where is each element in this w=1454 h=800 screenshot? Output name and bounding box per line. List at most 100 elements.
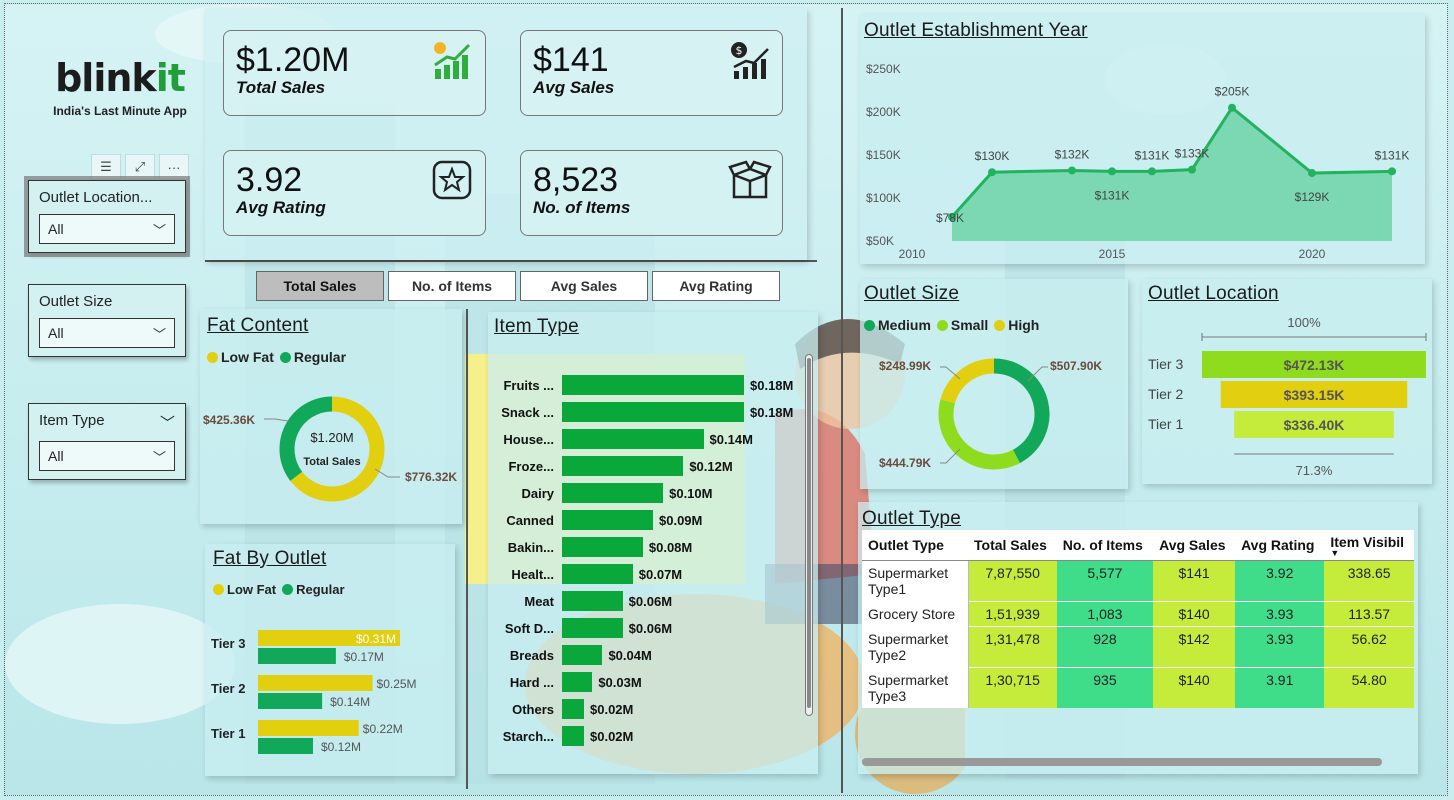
legend-item[interactable]: Small xyxy=(936,317,988,333)
item-type-bar-row[interactable]: Soft D... $0.06M xyxy=(488,617,672,639)
category-label: Dairy xyxy=(521,485,554,501)
item-bar[interactable] xyxy=(562,483,664,503)
legend-item[interactable]: Regular xyxy=(279,349,346,365)
category-label: Tier 1 xyxy=(1148,416,1183,432)
slicer-dropdown[interactable]: All ﹀ xyxy=(39,318,175,348)
kpi-card-total-sales[interactable]: $1.20M Total Sales xyxy=(223,30,486,116)
slicer-dropdown[interactable]: All ﹀ xyxy=(39,214,175,244)
horizontal-scrollbar[interactable] xyxy=(862,758,1382,766)
fat-content-donut-chart[interactable]: $1.20M Total Sales $776.32K $425.36K xyxy=(200,369,462,519)
item-type-bar-row[interactable]: Bakin... $0.08M xyxy=(488,536,692,558)
data-label: $776.32K xyxy=(405,470,457,484)
vertical-scrollbar[interactable] xyxy=(805,354,813,716)
data-label: $0.18M xyxy=(750,377,794,393)
data-point xyxy=(1228,103,1236,112)
legend-item[interactable]: High xyxy=(994,317,1039,333)
focus-mode-icon[interactable]: ⤢ xyxy=(125,154,155,180)
outlet-size-donut-chart[interactable]: $507.90K $444.79K $248.99K xyxy=(860,339,1128,484)
table-cell: 935 xyxy=(1056,667,1154,708)
data-label: $0.10M xyxy=(669,485,713,501)
slicer-item-type[interactable]: Item Type ﹀ All ﹀ xyxy=(28,403,186,480)
fat-by-outlet-bar-chart[interactable]: Tier 3 $0.31M $0.17M Tier 2 $0.25M $0.14M Tier… xyxy=(205,614,455,774)
item-bar[interactable] xyxy=(562,456,684,476)
filter-icon[interactable]: ☰ xyxy=(91,154,121,180)
item-bar[interactable] xyxy=(562,429,704,449)
table-row[interactable]: Supermarket Type2 1,31,478 928 $142 3.93… xyxy=(862,626,1414,668)
item-bar[interactable] xyxy=(562,645,603,665)
item-bar[interactable] xyxy=(562,726,584,746)
legend-item[interactable]: Low Fat xyxy=(213,582,276,597)
tab-avg-rating[interactable]: Avg Rating xyxy=(652,271,780,301)
item-bar[interactable] xyxy=(562,537,643,557)
data-label: $0.12M xyxy=(689,458,733,474)
item-bar[interactable] xyxy=(562,564,633,584)
item-type-panel: Item Type Fruits ... $0.18M Snack ... $0.18… xyxy=(488,312,818,774)
slicer-outlet-size[interactable]: Outlet Size All ﹀ xyxy=(28,284,186,357)
item-type-bar-row[interactable]: Dairy $0.10M xyxy=(488,482,712,504)
item-type-bar-row[interactable]: Snack ... $0.18M xyxy=(488,401,793,423)
item-type-bar-row[interactable]: Canned $0.09M xyxy=(488,509,702,531)
data-label: $0.07M xyxy=(638,566,683,582)
table-cell: 928 xyxy=(1056,626,1154,668)
tab-no-of-items[interactable]: No. of Items xyxy=(388,271,516,301)
kpi-card-no-of-items[interactable]: 8,523 No. of Items xyxy=(520,150,783,236)
slicer-title-text: Item Type xyxy=(39,412,105,429)
legend-item[interactable]: Medium xyxy=(864,317,931,333)
more-options-icon[interactable]: ··· xyxy=(159,154,189,180)
brand-logo: blinkit xyxy=(45,56,195,100)
item-type-bar-row[interactable]: Froze... $0.12M xyxy=(488,455,733,477)
scrollbar-thumb[interactable] xyxy=(807,358,811,708)
column-header[interactable]: Avg Sales xyxy=(1153,530,1236,561)
outlet-type-table-wrap: Outlet Type Total Sales No. of Items Avg… xyxy=(862,530,1414,708)
item-bar[interactable] xyxy=(562,375,744,395)
column-header[interactable]: No. of Items xyxy=(1056,530,1154,561)
item-type-bar-row[interactable]: Breads $0.04M xyxy=(488,644,652,666)
item-type-bar-row[interactable]: Meat $0.06M xyxy=(488,590,672,612)
chart-legend: Low Fat Regular xyxy=(207,349,346,365)
tab-avg-sales[interactable]: Avg Sales xyxy=(520,271,648,301)
slicer-dropdown[interactable]: All ﹀ xyxy=(39,441,175,471)
item-type-bar-row[interactable]: Healt... $0.07M xyxy=(488,563,682,585)
legend-label: Medium xyxy=(878,317,931,333)
data-label: $133K xyxy=(1175,147,1210,161)
item-type-bar-row[interactable]: Others $0.02M xyxy=(488,698,633,720)
chevron-down-icon[interactable]: ﹀ xyxy=(160,412,175,433)
item-type-bar-row[interactable]: Starch... $0.02M xyxy=(488,725,633,747)
item-bar[interactable] xyxy=(562,402,744,422)
table-row[interactable]: Supermarket Type1 7,87,550 5,577 $141 3.… xyxy=(862,560,1414,602)
column-header[interactable]: Total Sales xyxy=(968,530,1057,561)
item-type-bar-row[interactable]: Hard ... $0.03M xyxy=(488,671,642,693)
table-row[interactable]: Supermarket Type3 1,30,715 935 $140 3.91… xyxy=(862,667,1414,708)
kpi-card-avg-rating[interactable]: 3.92 Avg Rating xyxy=(223,150,486,236)
column-header-sorted[interactable]: Item Visibil ▼ xyxy=(1324,530,1414,561)
kpi-card-avg-sales[interactable]: $141 Avg Sales $ xyxy=(520,30,783,116)
table-row[interactable]: Grocery Store 1,51,939 1,083 $140 3.93 1… xyxy=(862,601,1414,627)
item-type-bar-chart[interactable]: Fruits ... $0.18M Snack ... $0.18M House... $… xyxy=(488,374,808,754)
tab-total-sales[interactable]: Total Sales xyxy=(256,271,384,301)
divider-line xyxy=(841,8,843,793)
chevron-down-icon: ﹀ xyxy=(152,222,166,238)
data-label: $393.15K xyxy=(1284,387,1345,403)
panel-title: Fat Content xyxy=(207,315,309,336)
item-bar[interactable] xyxy=(562,618,623,638)
brand-block: blinkit India's Last Minute App xyxy=(45,56,195,118)
item-type-bar-row[interactable]: House... $0.14M xyxy=(488,428,753,450)
outlet-type-table: Outlet Type Total Sales No. of Items Avg… xyxy=(862,530,1414,708)
item-bar[interactable] xyxy=(562,591,623,611)
legend-item[interactable]: Regular xyxy=(282,582,345,597)
data-label: $205K xyxy=(1215,85,1250,99)
item-bar[interactable] xyxy=(562,510,653,530)
slicer-outlet-location[interactable]: Outlet Location... All ﹀ xyxy=(24,176,190,257)
table-cell: 5,577 xyxy=(1056,560,1154,602)
item-bar[interactable] xyxy=(562,699,584,719)
outlet-location-funnel-chart[interactable]: 100% Tier 3 $472.13K Tier 2 $393.15K Tier 1 $3… xyxy=(1142,307,1432,482)
table-cell: $140 xyxy=(1153,601,1236,627)
tier-label: Tier 2 xyxy=(211,681,245,696)
item-type-bar-row[interactable]: Fruits ... $0.18M xyxy=(488,374,793,396)
item-bar[interactable] xyxy=(562,672,593,692)
column-header[interactable]: Outlet Type xyxy=(862,530,968,561)
data-label: $0.06M xyxy=(628,620,673,636)
column-header[interactable]: Avg Rating xyxy=(1235,530,1325,561)
legend-item[interactable]: Low Fat xyxy=(207,349,274,365)
establishment-area-chart[interactable]: $250K $200K $150K $100K $50K 2010 2015 2020 $78K… xyxy=(860,46,1420,261)
